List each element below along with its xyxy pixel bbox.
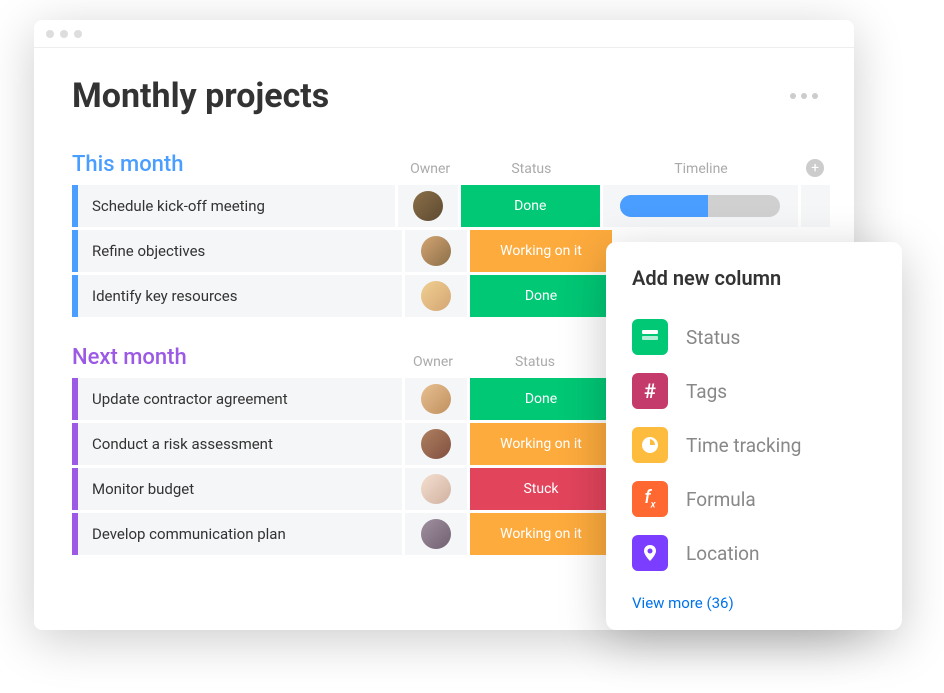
task-cell[interactable]: Conduct a risk assessment xyxy=(72,423,402,465)
dropdown-item-label: Tags xyxy=(686,380,727,403)
avatar xyxy=(421,474,451,504)
status-cell[interactable]: Stuck xyxy=(470,468,612,510)
dropdown-item-status[interactable]: Status xyxy=(632,310,880,364)
dropdown-item-time-tracking[interactable]: Time tracking xyxy=(632,418,880,472)
status-cell[interactable]: Working on it xyxy=(470,230,612,272)
task-cell[interactable]: Identify key resources xyxy=(72,275,402,317)
add-column-button[interactable]: + xyxy=(800,159,830,177)
window-control-dot[interactable] xyxy=(74,30,82,38)
plus-icon: + xyxy=(806,159,824,177)
group-title[interactable]: This month xyxy=(72,152,399,177)
status-cell[interactable]: Working on it xyxy=(470,513,612,555)
task-cell[interactable]: Monitor budget xyxy=(72,468,402,510)
page-header: Monthly projects xyxy=(72,76,830,116)
status-cell[interactable]: Working on it xyxy=(470,423,612,465)
group-title[interactable]: Next month xyxy=(72,345,402,370)
owner-cell[interactable] xyxy=(405,378,467,420)
status-cell[interactable]: Done xyxy=(470,378,612,420)
avatar xyxy=(421,429,451,459)
add-column-dropdown: Add new column Status # Tags Time tracki… xyxy=(606,242,902,630)
dropdown-item-label: Status xyxy=(686,326,740,349)
dropdown-item-tags[interactable]: # Tags xyxy=(632,364,880,418)
window-control-dot[interactable] xyxy=(60,30,68,38)
owner-cell[interactable] xyxy=(405,423,467,465)
owner-cell[interactable] xyxy=(405,275,467,317)
task-cell[interactable]: Develop communication plan xyxy=(72,513,402,555)
avatar xyxy=(421,519,451,549)
view-more-link[interactable]: View more (36) xyxy=(632,594,880,612)
task-cell[interactable]: Update contractor agreement xyxy=(72,378,402,420)
avatar xyxy=(421,236,451,266)
column-header-owner[interactable]: Owner xyxy=(402,354,464,370)
page-title: Monthly projects xyxy=(72,76,329,116)
owner-cell[interactable] xyxy=(405,513,467,555)
column-header-status[interactable]: Status xyxy=(461,161,602,177)
owner-cell[interactable] xyxy=(405,468,467,510)
dropdown-item-label: Location xyxy=(686,542,760,565)
task-cell[interactable]: Refine objectives xyxy=(72,230,402,272)
status-cell[interactable]: Done xyxy=(461,185,600,227)
dropdown-item-label: Formula xyxy=(686,488,756,511)
timeline-bar xyxy=(620,195,780,217)
window-control-dot[interactable] xyxy=(46,30,54,38)
column-header-status[interactable]: Status xyxy=(464,354,606,370)
avatar xyxy=(421,384,451,414)
task-cell[interactable]: Schedule kick-off meeting xyxy=(72,185,395,227)
dots-icon xyxy=(790,93,796,99)
owner-cell[interactable] xyxy=(398,185,459,227)
clock-icon xyxy=(632,427,668,463)
status-icon xyxy=(632,319,668,355)
formula-icon: fx xyxy=(632,481,668,517)
timeline-cell[interactable] xyxy=(603,185,798,227)
status-cell[interactable]: Done xyxy=(470,275,612,317)
dots-icon xyxy=(812,93,818,99)
location-pin-icon xyxy=(632,535,668,571)
timeline-fill xyxy=(620,195,708,217)
dots-icon xyxy=(801,93,807,99)
more-menu-button[interactable] xyxy=(790,93,818,99)
dropdown-item-location[interactable]: Location xyxy=(632,526,880,580)
avatar xyxy=(421,281,451,311)
window-titlebar xyxy=(34,20,854,48)
owner-cell[interactable] xyxy=(405,230,467,272)
empty-cell xyxy=(801,185,830,227)
dropdown-item-label: Time tracking xyxy=(686,434,801,457)
dropdown-item-formula[interactable]: fx Formula xyxy=(632,472,880,526)
hash-icon: # xyxy=(632,373,668,409)
dropdown-title: Add new column xyxy=(632,266,880,290)
column-header-owner[interactable]: Owner xyxy=(399,161,461,177)
column-header-timeline[interactable]: Timeline xyxy=(602,161,800,177)
avatar xyxy=(413,191,443,221)
group-header: This month Owner Status Timeline + xyxy=(72,152,830,177)
table-row[interactable]: Schedule kick-off meeting Done xyxy=(72,185,830,227)
